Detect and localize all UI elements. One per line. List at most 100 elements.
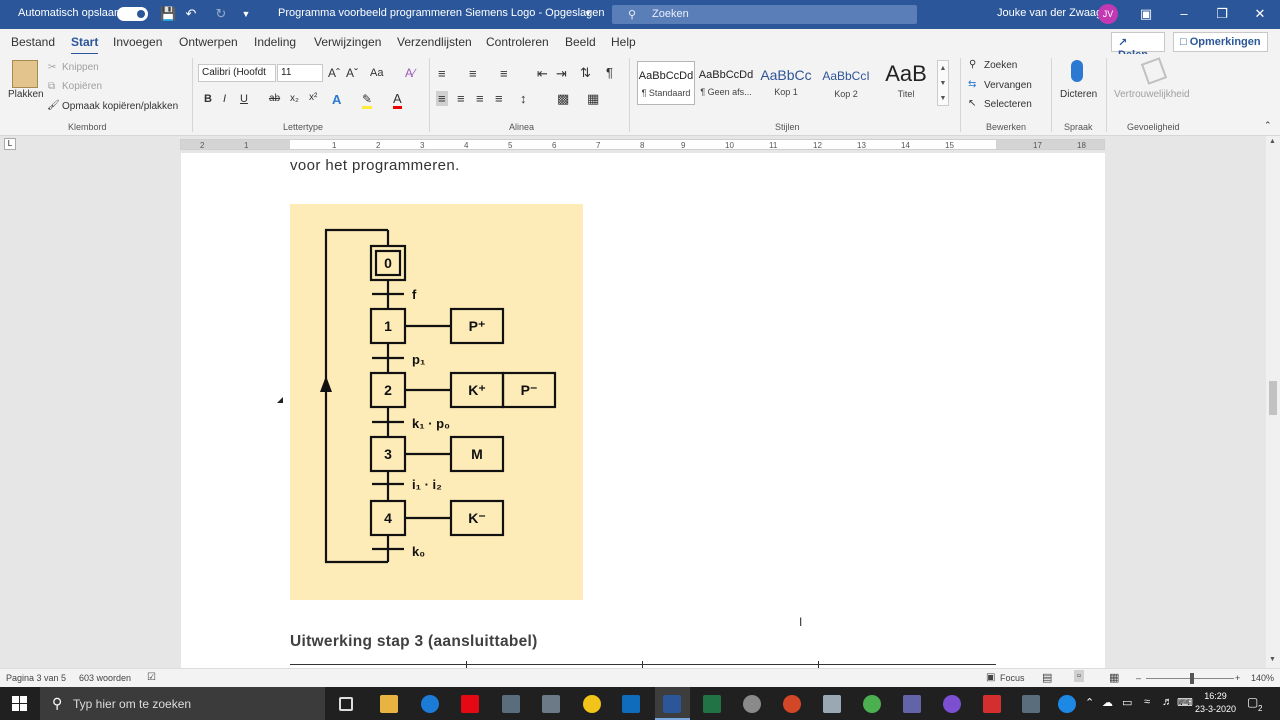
customize-toolbar-icon[interactable]: ▼ [238, 6, 254, 22]
align-right-icon[interactable]: ≡ [476, 91, 484, 106]
sensitivity-icon[interactable] [1140, 57, 1168, 85]
grafcet-diagram-image[interactable]: 0 1 2 3 4 P⁺ K⁺ P⁻ M K⁻ f p₁ k₁ · p₀ i₁ … [290, 204, 583, 600]
tab-selector[interactable]: L [4, 138, 16, 150]
tab-help[interactable]: Help [611, 35, 636, 49]
live-icon[interactable] [542, 695, 560, 713]
powerpoint-icon[interactable] [783, 695, 801, 713]
scroll-thumb[interactable] [1269, 381, 1277, 415]
bullets-icon[interactable]: ≡ [438, 66, 446, 81]
sort-icon[interactable]: ⇅ [580, 65, 591, 81]
notifications-icon[interactable]: ▢ [1247, 695, 1258, 709]
shading-icon[interactable]: ▩ [557, 91, 569, 107]
ruler-bar[interactable]: 2 1 1 2 3 4 5 6 7 8 9 10 11 12 13 14 15 … [180, 139, 1105, 150]
tab-bestand[interactable]: Bestand [11, 35, 55, 49]
avatar[interactable]: JV [1098, 4, 1118, 24]
excel-icon[interactable] [703, 695, 721, 713]
zoom-slider-thumb[interactable] [1190, 673, 1194, 684]
tab-verwijzingen[interactable]: Verwijzingen [314, 35, 381, 49]
word-icon[interactable] [663, 695, 681, 713]
align-left-icon[interactable]: ≡ [436, 91, 448, 106]
borders-icon[interactable]: ▦ [587, 91, 599, 107]
search-box[interactable]: ⚲ Zoeken [612, 5, 917, 24]
format-painter-button[interactable]: Opmaak kopiëren/plakken [62, 101, 178, 112]
share-button[interactable]: ↗ Delen [1111, 32, 1165, 61]
show-marks-button[interactable]: ¶ [606, 65, 613, 80]
cut-icon[interactable]: ✂ [48, 62, 56, 73]
read-mode-icon[interactable]: ▤ [1042, 671, 1052, 684]
chrome-icon[interactable] [863, 695, 881, 713]
sensitivity-button[interactable]: Vertrouwelijkheid [1114, 89, 1190, 100]
document-page[interactable]: voor het programmeren. 0 1 2 3 4 P⁺ K⁺ P… [181, 153, 1105, 668]
paragraph-text[interactable]: voor het programmeren. [290, 157, 460, 174]
styles-gallery-scroll[interactable]: ▲ ▼ ▼ [937, 60, 949, 106]
bold-button[interactable]: B [204, 93, 212, 105]
copy-button[interactable]: Kopiëren [62, 81, 102, 92]
replace-button[interactable]: Vervangen [984, 80, 1032, 91]
tab-start[interactable]: Start [71, 35, 99, 55]
minimize-icon[interactable]: – [1176, 6, 1192, 22]
style-titel[interactable]: AaB Titel [877, 61, 935, 105]
chevron-up-icon[interactable]: ⌃ [1085, 696, 1094, 709]
web-layout-icon[interactable]: ▦ [1109, 671, 1119, 684]
volume-icon[interactable]: ♬ [1162, 696, 1173, 708]
increase-indent-icon[interactable]: ⇥ [556, 66, 567, 82]
netflix-icon[interactable] [461, 695, 479, 713]
select-button[interactable]: Selecteren [984, 99, 1032, 110]
paste-icon[interactable] [12, 60, 38, 88]
collapse-ribbon-icon[interactable]: ⌃ [1264, 120, 1272, 131]
tab-beeld[interactable]: Beeld [565, 35, 596, 49]
save-icon[interactable]: 💾 [160, 6, 176, 22]
onedrive-icon[interactable]: ☁ [1102, 696, 1113, 709]
focus-icon[interactable]: ▣ [986, 672, 995, 683]
strikethrough-button[interactable]: ab [269, 93, 280, 104]
sun-app-icon[interactable] [583, 695, 601, 713]
replace-icon[interactable]: ⇆ [968, 79, 976, 90]
superscript-button[interactable]: x² [309, 92, 317, 103]
select-icon[interactable]: ↖ [968, 98, 976, 109]
italic-button[interactable]: I [223, 93, 226, 105]
zoom-in-icon[interactable]: + [1235, 673, 1240, 683]
tab-invoegen[interactable]: Invoegen [113, 35, 162, 49]
justify-icon[interactable]: ≡ [495, 91, 503, 106]
shrink-font-icon[interactable]: Aˇ [346, 66, 358, 80]
section-heading[interactable]: Uitwerking stap 3 (aansluittabel) [290, 633, 538, 651]
document-title[interactable]: Programma voorbeeld programmeren Siemens… [278, 7, 605, 19]
line-spacing-icon[interactable]: ↕ [520, 91, 527, 106]
document-area[interactable]: voor het programmeren. 0 1 2 3 4 P⁺ K⁺ P… [0, 153, 1280, 668]
grow-font-icon[interactable]: Aˆ [328, 66, 340, 80]
close-icon[interactable]: ✕ [1252, 6, 1268, 22]
task-view-icon[interactable] [339, 697, 353, 711]
paste-button[interactable]: Plakken [8, 89, 44, 100]
logo-soft-icon[interactable] [502, 695, 520, 713]
redo-icon[interactable]: ↻ [213, 6, 229, 22]
outlook-icon[interactable] [622, 695, 640, 713]
zoom-out-icon[interactable]: – [1136, 673, 1141, 683]
cut-button[interactable]: Knippen [62, 62, 99, 73]
clear-formatting-icon[interactable]: A∕ [405, 66, 415, 80]
cortana-icon[interactable] [943, 695, 961, 713]
help-icon[interactable] [1058, 695, 1076, 713]
tab-ontwerpen[interactable]: Ontwerpen [179, 35, 238, 49]
style-geen-afstand[interactable]: AaBbCcDd ¶ Geen afs... [697, 61, 755, 105]
scroll-up-icon[interactable]: ▲ [1269, 138, 1276, 145]
highlight-icon[interactable]: ✎ [362, 92, 373, 109]
comments-button[interactable]: □ Opmerkingen [1173, 32, 1268, 52]
font-color-icon[interactable]: A [393, 91, 402, 109]
microphone-icon[interactable] [1071, 60, 1083, 82]
windows-start-icon[interactable] [12, 696, 28, 712]
ribbon-display-icon[interactable]: ▣ [1138, 6, 1154, 22]
copy-icon[interactable]: ⧉ [48, 81, 55, 92]
tab-verzendlijsten[interactable]: Verzendlijsten [397, 35, 472, 49]
style-standaard[interactable]: AaBbCcDd ¶ Standaard [637, 61, 695, 105]
tab-controleren[interactable]: Controleren [486, 35, 549, 49]
word-count[interactable]: 603 woorden [79, 673, 131, 683]
change-case-button[interactable]: Aa [370, 67, 383, 79]
subscript-button[interactable]: x₂ [290, 93, 299, 104]
search-icon[interactable]: ⚲ [969, 59, 976, 70]
align-center-icon[interactable]: ≡ [457, 91, 465, 106]
file-explorer-icon[interactable] [380, 695, 398, 713]
font-name-select[interactable]: Calibri (Hoofdt [198, 64, 276, 82]
scroll-down-icon[interactable]: ▼ [1269, 656, 1276, 663]
find-button[interactable]: Zoeken [984, 60, 1017, 71]
zoom-level[interactable]: 140% [1251, 673, 1274, 683]
